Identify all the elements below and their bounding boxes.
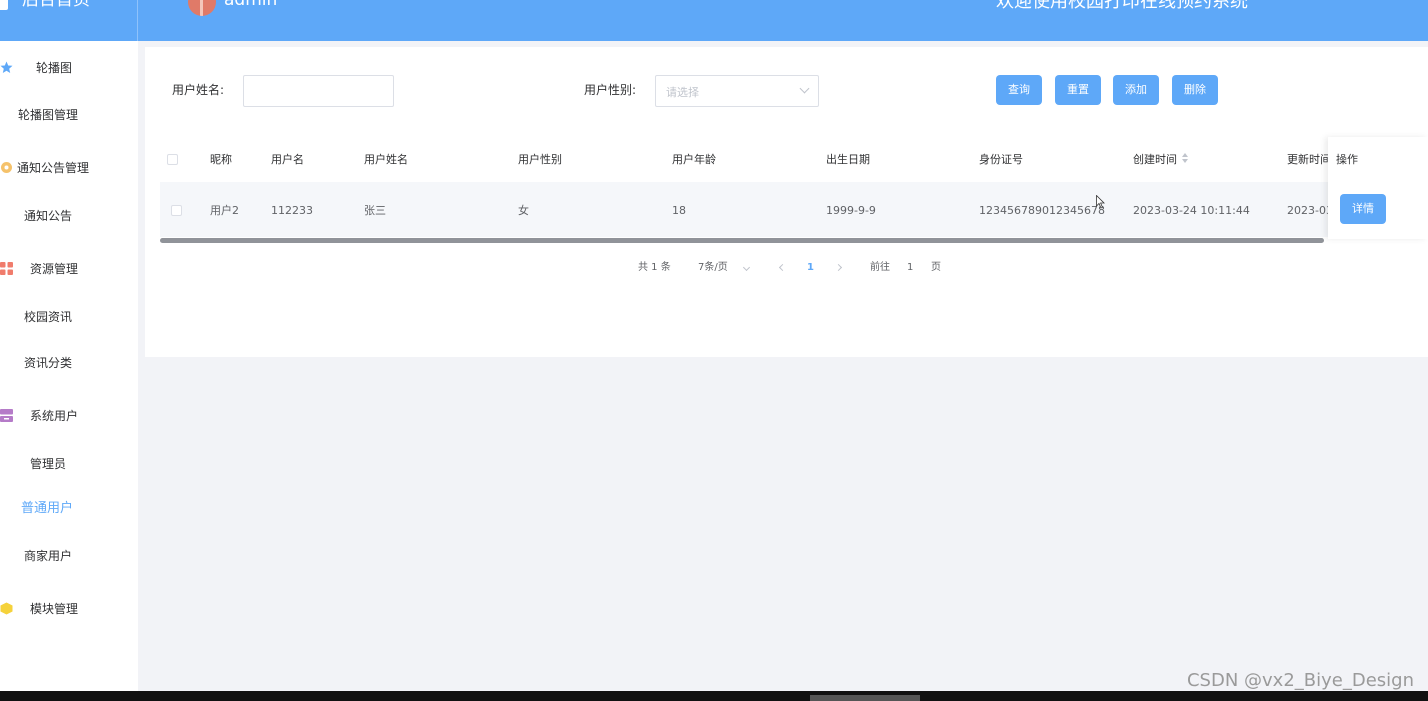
column-header-action: 操作 [1336, 153, 1358, 166]
cell-updated: 2023-03 [1287, 204, 1333, 217]
pagination-goto-input[interactable]: 1 [907, 261, 913, 275]
sidebar-group-label: 轮播图 [36, 61, 73, 75]
avatar[interactable] [188, 0, 216, 16]
chevron-right-icon[interactable] [834, 263, 843, 272]
archive-icon [0, 409, 13, 422]
pagination-page-suffix: 页 [931, 262, 941, 273]
sidebar-item-carousel-manage[interactable]: 轮播图管理 [0, 104, 138, 126]
pagination-goto-label: 前往 [870, 262, 890, 273]
chevron-down-icon [799, 83, 810, 94]
home-icon [0, 0, 8, 10]
sidebar-group-label: 资源管理 [30, 262, 79, 276]
sidebar-group-module[interactable]: 模块管理 [0, 597, 138, 621]
gender-placeholder: 请选择 [666, 86, 699, 99]
grid-icon [0, 262, 13, 275]
cell-id-number: 123456789012345678 [979, 204, 1105, 217]
cell-gender: 女 [518, 204, 529, 217]
query-button[interactable]: 查询 [996, 75, 1042, 105]
sidebar-item-merchant-user[interactable]: 商家用户 [0, 545, 138, 567]
cell-nickname: 用户2 [210, 204, 239, 217]
bottom-bar [0, 691, 1428, 701]
sidebar-group-notice[interactable]: 通知公告管理 [0, 156, 138, 180]
username-filter-input[interactable] [243, 75, 394, 107]
horizontal-scrollbar[interactable] [160, 238, 1324, 243]
sidebar-group-carousel[interactable]: 轮播图 [0, 56, 138, 80]
bottom-bar-segment [810, 695, 920, 701]
sidebar-item-campus-news[interactable]: 校园资讯 [0, 306, 138, 328]
sidebar-item-notice[interactable]: 通知公告 [0, 205, 138, 227]
cube-icon [0, 602, 13, 615]
pagination-current-page[interactable]: 1 [807, 261, 814, 275]
mouse-cursor-icon [1096, 195, 1105, 209]
chevron-down-icon[interactable] [742, 263, 751, 272]
column-header-sortable[interactable]: 创建时间 [1133, 153, 1177, 167]
sort-icon[interactable] [1182, 153, 1188, 165]
home-label: 后台首页 [22, 0, 90, 10]
gender-filter-label: 用户性别: [584, 83, 637, 97]
column-header: 身份证号 [979, 153, 1023, 166]
sidebar: 轮播图 轮播图管理 通知公告管理 通知公告 资源管理 校园资讯 资讯分类 系统用… [0, 41, 138, 691]
sidebar-group-label: 系统用户 [30, 409, 79, 423]
cell-created: 2023-03-24 10:11:44 [1133, 204, 1250, 217]
sidebar-item-admin[interactable]: 管理员 [0, 453, 138, 475]
top-header: 后台首页 admin 欢迎使用校园打印在线预约系统 [0, 0, 1428, 41]
sidebar-item-news-category[interactable]: 资讯分类 [0, 352, 138, 374]
username[interactable]: admin [224, 0, 277, 10]
column-header: 昵称 [210, 153, 232, 166]
fixed-action-column: 操作 详情 [1328, 137, 1428, 239]
gear-icon [1, 162, 12, 173]
watermark-text: CSDN @vx2_Biye_Design [1186, 670, 1414, 691]
cell-username: 112233 [271, 204, 313, 217]
pagination-page-size[interactable]: 7条/页 [698, 261, 728, 275]
column-header: 用户姓名 [364, 153, 408, 166]
cell-age: 18 [672, 204, 686, 217]
add-button[interactable]: 添加 [1113, 75, 1159, 105]
welcome-title: 欢迎使用校园打印在线预约系统 [996, 0, 1248, 12]
select-all-checkbox[interactable] [167, 154, 178, 165]
cell-birthday: 1999-9-9 [826, 204, 876, 217]
main-card: 用户姓名: 用户性别: 请选择 查询 重置 添加 删除 昵称 用户名 用户姓名 … [145, 47, 1428, 357]
cell-realname: 张三 [364, 204, 386, 217]
column-header: 用户名 [271, 153, 304, 166]
pagination-total: 共 1 条 [638, 262, 671, 273]
sidebar-group-label: 通知公告管理 [17, 161, 90, 175]
username-filter-label: 用户姓名: [172, 83, 225, 97]
column-header: 更新时间 [1287, 153, 1331, 166]
row-checkbox[interactable] [171, 205, 182, 216]
sidebar-group-system-users[interactable]: 系统用户 [0, 404, 138, 428]
home-link[interactable]: 后台首页 [0, 0, 138, 41]
column-header: 用户性别 [518, 153, 562, 166]
detail-button[interactable]: 详情 [1340, 194, 1386, 224]
reset-button[interactable]: 重置 [1055, 75, 1101, 105]
sidebar-group-resource[interactable]: 资源管理 [0, 257, 138, 281]
column-header: 出生日期 [826, 153, 870, 166]
star-icon [0, 61, 13, 73]
sidebar-group-label: 模块管理 [30, 602, 79, 616]
gender-filter-select[interactable]: 请选择 [655, 75, 819, 107]
delete-button[interactable]: 删除 [1172, 75, 1218, 105]
sidebar-item-normal-user[interactable]: 普通用户 [0, 498, 138, 520]
column-header: 用户年龄 [672, 153, 716, 166]
chevron-left-icon[interactable] [778, 263, 787, 272]
